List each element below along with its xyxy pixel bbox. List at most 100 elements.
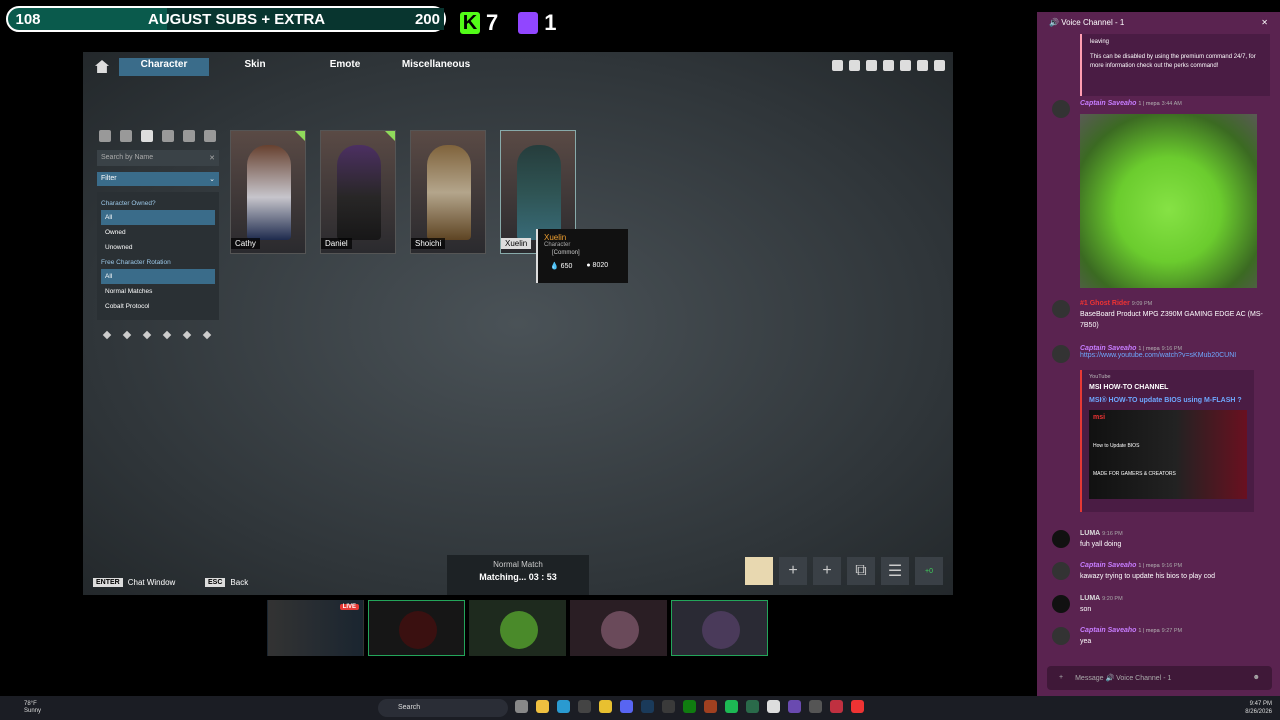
app-icon[interactable] xyxy=(704,700,717,713)
crown-icon[interactable] xyxy=(162,130,174,142)
close-icon[interactable]: ✕ xyxy=(209,154,215,162)
file-explorer-icon[interactable] xyxy=(536,700,549,713)
cam-user-2[interactable] xyxy=(368,600,465,656)
camera-icon[interactable] xyxy=(162,330,172,340)
add-party-button-2[interactable]: + xyxy=(813,557,841,585)
avatar xyxy=(500,611,538,649)
username[interactable]: LUMA xyxy=(1080,530,1100,537)
cam-user-5[interactable] xyxy=(671,600,768,656)
friends-button[interactable]: +0 xyxy=(915,557,943,585)
app-icon[interactable] xyxy=(809,700,822,713)
owned-option-unowned[interactable]: Unowned xyxy=(101,240,215,255)
tab-emote[interactable]: Emote xyxy=(319,58,371,76)
slash-icon[interactable] xyxy=(182,330,192,340)
message-input[interactable]: + Message 🔊 Voice Channel - 1 ☻ xyxy=(1047,666,1272,690)
character-card-daniel[interactable]: Daniel xyxy=(320,130,396,254)
close-icon[interactable]: ✕ xyxy=(1261,18,1268,28)
shield-icon[interactable] xyxy=(99,130,111,142)
character-name: Cathy xyxy=(231,238,260,249)
avatar xyxy=(1052,300,1070,318)
swap-icon[interactable] xyxy=(849,60,860,71)
knife-icon[interactable] xyxy=(142,330,152,340)
app-icon[interactable] xyxy=(746,700,759,713)
tab-miscellaneous[interactable]: Miscellaneous xyxy=(399,58,473,76)
discord-icon[interactable] xyxy=(620,700,633,713)
character-name: Shoichi xyxy=(411,238,446,249)
username[interactable]: Captain Saveaho xyxy=(1080,345,1136,352)
username[interactable]: LUMA xyxy=(1080,595,1100,602)
obs-icon[interactable] xyxy=(851,700,864,713)
character-name: Xuelin xyxy=(501,238,532,249)
avatar xyxy=(601,611,639,649)
gallery-icon[interactable] xyxy=(883,60,894,71)
avatar xyxy=(1052,627,1070,645)
filter-dropdown[interactable]: Filter ⌄ xyxy=(97,172,219,186)
username[interactable]: Captain Saveaho xyxy=(1080,100,1136,107)
gift-icon[interactable] xyxy=(866,60,877,71)
cam-user-4[interactable] xyxy=(570,600,667,656)
app-icon[interactable] xyxy=(788,700,801,713)
embed-title[interactable]: MSI® HOW-TO update BIOS using M-FLASH ? xyxy=(1089,397,1247,404)
user-badge: 1 | mepa xyxy=(1138,563,1160,569)
globe-icon[interactable] xyxy=(900,60,911,71)
search-input[interactable]: Search by Name ✕ xyxy=(97,150,219,166)
matchmaking-status[interactable]: Normal Match Matching... 03 : 53 xyxy=(447,555,589,595)
letter-icon[interactable] xyxy=(745,557,773,585)
character-card-cathy[interactable]: Cathy xyxy=(230,130,306,254)
rotation-option-cobalt[interactable]: Cobalt Protocol xyxy=(101,299,215,314)
embed-channel[interactable]: MSI HOW-TO CHANNEL xyxy=(1089,384,1247,391)
system-tray[interactable]: 9:47 PM 8/26/2026 xyxy=(1245,700,1272,716)
message: Captain Saveaho 1 | mepa 3:44 AM xyxy=(1047,100,1272,118)
sword-icon[interactable] xyxy=(122,330,132,340)
all-class-icon[interactable] xyxy=(141,130,153,142)
tools-icon[interactable] xyxy=(120,130,132,142)
top-nav: Character Skin Emote Miscellaneous xyxy=(83,52,953,82)
temperature: 78°F xyxy=(24,701,37,707)
home-icon[interactable] xyxy=(95,60,109,73)
message: Captain Saveaho 1 | mepa 9:27 PM yea xyxy=(1047,627,1272,647)
rotation-option-normal[interactable]: Normal Matches xyxy=(101,284,215,299)
add-party-button[interactable]: + xyxy=(779,557,807,585)
tab-character[interactable]: Character xyxy=(119,58,209,76)
owned-option-all[interactable]: All xyxy=(101,210,215,225)
add-attachment-icon[interactable]: + xyxy=(1059,674,1063,682)
app-icon[interactable] xyxy=(830,700,843,713)
video-thumbnail[interactable]: msi How to Update BIOS MADE FOR GAMERS &… xyxy=(1089,410,1247,499)
user-badge: 1 | mepa xyxy=(1138,101,1160,107)
owned-option-owned[interactable]: Owned xyxy=(101,225,215,240)
edge-icon[interactable] xyxy=(557,700,570,713)
crosshair-icon[interactable] xyxy=(183,130,195,142)
chrome-icon[interactable] xyxy=(599,700,612,713)
cost-1-value: 650 xyxy=(560,263,573,270)
badge-icon[interactable] xyxy=(204,130,216,142)
username[interactable]: Captain Saveaho xyxy=(1080,562,1136,569)
app-icon[interactable] xyxy=(578,700,591,713)
external-link-icon[interactable]: ⧉ xyxy=(847,557,875,585)
message-link[interactable]: https://www.youtube.com/watch?v=sKMub20C… xyxy=(1080,352,1272,359)
bandage-icon[interactable] xyxy=(202,330,212,340)
username[interactable]: Captain Saveaho xyxy=(1080,627,1136,634)
rotation-option-all[interactable]: All xyxy=(101,269,215,284)
message: Captain Saveaho 1 | mepa 9:16 PM kawazy … xyxy=(1047,562,1272,582)
gear-icon[interactable] xyxy=(934,60,945,71)
cam-stream[interactable]: LIVE xyxy=(267,600,364,656)
list-icon[interactable]: ☰ xyxy=(881,557,909,585)
task-view-icon[interactable] xyxy=(515,700,528,713)
username[interactable]: #1 Ghost Rider xyxy=(1080,300,1130,307)
taskbar-search[interactable]: Search xyxy=(378,699,508,717)
cat-image[interactable] xyxy=(1080,114,1257,288)
filter-icon[interactable] xyxy=(832,60,843,71)
tab-skin[interactable]: Skin xyxy=(233,58,277,76)
owned-header: Character Owned? xyxy=(101,200,156,207)
cam-user-3[interactable] xyxy=(469,600,566,656)
spotify-icon[interactable] xyxy=(725,700,738,713)
app-icon[interactable] xyxy=(767,700,780,713)
weather-widget[interactable]: 78°F Sunny xyxy=(24,701,41,715)
app-icon[interactable] xyxy=(662,700,675,713)
emoji-icon[interactable]: ☻ xyxy=(1253,674,1260,682)
mail-icon[interactable] xyxy=(917,60,928,71)
steam-icon[interactable] xyxy=(641,700,654,713)
character-card-shoichi[interactable]: Shoichi xyxy=(410,130,486,254)
blade-icon[interactable] xyxy=(102,330,112,340)
xbox-icon[interactable] xyxy=(683,700,696,713)
